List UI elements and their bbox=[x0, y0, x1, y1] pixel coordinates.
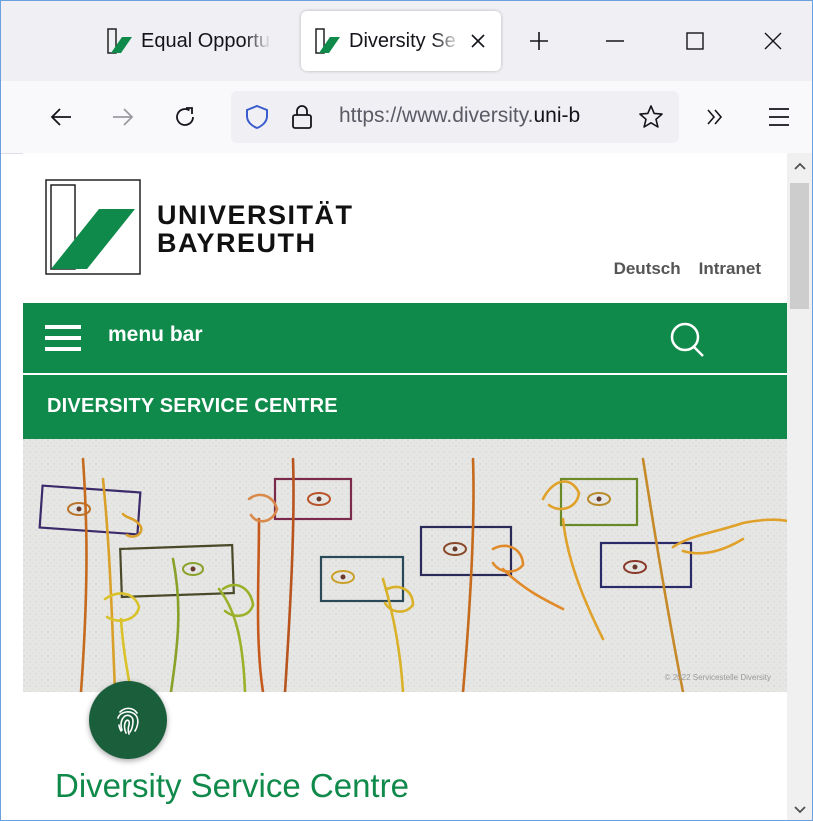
banner-copyright: © 2022 Servicestelle Diversity bbox=[664, 673, 771, 682]
link-deutsch[interactable]: Deutsch bbox=[614, 259, 681, 279]
browser-window: Equal Opportu Diversity Se https://www.d… bbox=[0, 0, 813, 821]
close-window-icon[interactable] bbox=[755, 23, 791, 59]
shield-icon[interactable] bbox=[243, 103, 271, 136]
tab-title: Equal Opportu bbox=[141, 29, 270, 52]
menu-hamburger-icon[interactable] bbox=[45, 325, 81, 352]
reload-icon[interactable] bbox=[167, 99, 203, 135]
university-logo[interactable] bbox=[45, 179, 141, 275]
section-header: DIVERSITY SERVICE CENTRE bbox=[23, 375, 787, 439]
scrollbar-thumb[interactable] bbox=[790, 183, 809, 309]
section-title[interactable]: DIVERSITY SERVICE CENTRE bbox=[47, 395, 338, 418]
scroll-down-arrow-icon[interactable] bbox=[791, 801, 808, 818]
hamburger-icon[interactable] bbox=[761, 99, 797, 135]
menu-label[interactable]: menu bar bbox=[108, 323, 203, 347]
minimize-icon[interactable] bbox=[597, 23, 633, 59]
uni-bayreuth-favicon bbox=[315, 28, 340, 54]
university-name[interactable]: UNIVERSITÄT BAYREUTH bbox=[157, 201, 354, 257]
web-page: UNIVERSITÄT BAYREUTH Deutsch Intranet me… bbox=[23, 153, 787, 820]
uni-bayreuth-favicon bbox=[107, 28, 132, 54]
page-heading: Diversity Service Centre bbox=[55, 767, 409, 804]
fingerprint-button[interactable] bbox=[89, 681, 167, 759]
scroll-up-arrow-icon[interactable] bbox=[791, 157, 808, 174]
banner-illustration: © 2022 Servicestelle Diversity bbox=[23, 439, 787, 692]
lock-icon[interactable] bbox=[289, 103, 315, 136]
top-links: Deutsch Intranet bbox=[614, 259, 761, 279]
fingerprint-icon bbox=[117, 707, 139, 735]
maximize-icon[interactable] bbox=[677, 23, 713, 59]
url-text[interactable]: https://www.diversity.uni-b bbox=[339, 104, 629, 128]
tab-title: Diversity Se bbox=[349, 29, 456, 52]
tab-strip: Equal Opportu Diversity Se bbox=[1, 1, 812, 81]
hands-holding-eyes-illustration bbox=[23, 439, 787, 692]
star-icon[interactable] bbox=[637, 103, 665, 136]
address-bar[interactable]: https://www.diversity.uni-b bbox=[231, 91, 679, 143]
new-tab-plus-icon[interactable] bbox=[521, 23, 557, 59]
forward-arrow-icon[interactable] bbox=[105, 99, 141, 135]
search-icon[interactable] bbox=[667, 319, 707, 359]
tab-diversity-service[interactable]: Diversity Se bbox=[301, 11, 501, 71]
back-arrow-icon[interactable] bbox=[43, 99, 79, 135]
link-intranet[interactable]: Intranet bbox=[699, 259, 761, 279]
navigation-toolbar: https://www.diversity.uni-b bbox=[1, 81, 812, 154]
vertical-scrollbar[interactable] bbox=[787, 153, 812, 820]
tab-equal-opportunity[interactable]: Equal Opportu bbox=[101, 11, 281, 71]
menu-bar: menu bar bbox=[23, 303, 787, 373]
double-chevron-icon[interactable] bbox=[697, 99, 733, 135]
close-tab-icon[interactable] bbox=[465, 28, 491, 54]
